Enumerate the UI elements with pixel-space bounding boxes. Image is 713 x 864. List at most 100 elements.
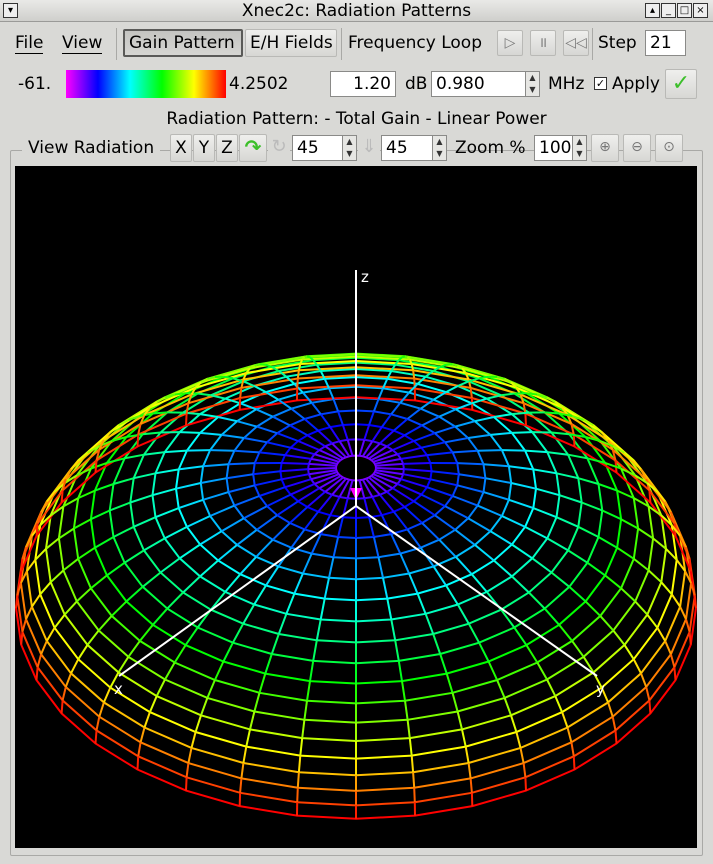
- spin-down-icon[interactable]: ▼: [526, 84, 539, 96]
- pause-icon[interactable]: ॥: [530, 30, 556, 56]
- mesh-meridian: [467, 517, 491, 533]
- mesh-meridian: [519, 747, 525, 764]
- mesh-meridian: [202, 491, 229, 501]
- mesh-meridian: [568, 586, 587, 603]
- checkmark-icon[interactable]: ✓: [665, 69, 697, 99]
- spin-down-icon[interactable]: ▼: [343, 148, 356, 160]
- mesh-meridian: [420, 493, 446, 507]
- view-x-button[interactable]: X: [170, 134, 192, 162]
- mesh-meridian: [155, 679, 166, 697]
- mesh-meridian: [296, 772, 300, 788]
- spin-down-icon[interactable]: ▼: [573, 148, 586, 160]
- radiation-canvas[interactable]: z x y: [14, 166, 697, 848]
- incline-spin-buttons[interactable]: ▲ ▼: [433, 135, 447, 161]
- incline-field[interactable]: 45: [381, 135, 433, 161]
- mesh-meridian: [483, 463, 509, 468]
- mesh-meridian: [148, 695, 158, 713]
- window-title: Xnec2c: Radiation Patterns: [241, 1, 472, 21]
- mesh-meridian: [133, 472, 156, 480]
- mesh-meridian: [424, 613, 435, 635]
- mesh-meridian: [178, 465, 204, 471]
- mesh-meridian: [182, 575, 201, 594]
- rotate-field[interactable]: 45: [292, 135, 343, 161]
- view-menu[interactable]: View: [57, 29, 107, 57]
- mesh-meridian: [232, 623, 245, 644]
- mesh-meridian: [77, 644, 89, 660]
- mesh-meridian: [599, 615, 615, 632]
- mesh-meridian: [371, 496, 383, 516]
- zoom-field[interactable]: 100: [534, 135, 573, 161]
- pattern-title: Radiation Pattern: - Total Gain - Linear…: [166, 109, 547, 129]
- spin-down-icon[interactable]: ▼: [433, 148, 446, 160]
- file-menu[interactable]: File: [10, 29, 48, 57]
- mesh-meridian: [604, 574, 622, 590]
- mesh-meridian: [272, 415, 291, 427]
- mesh-meridian: [452, 363, 458, 367]
- mesh-meridian: [293, 573, 304, 594]
- mesh-meridian: [688, 631, 692, 645]
- eh-fields-button[interactable]: E/H Fields: [245, 29, 337, 57]
- mesh-meridian: [413, 500, 436, 517]
- incline-arrow-icon[interactable]: ⇓: [358, 134, 380, 162]
- frequency-field[interactable]: 0.980: [431, 71, 526, 97]
- mesh-meridian: [413, 432, 436, 442]
- spin-up-icon[interactable]: ▲: [526, 72, 539, 84]
- mesh-meridian: [524, 413, 527, 426]
- spin-up-icon[interactable]: ▲: [433, 136, 446, 148]
- mesh-meridian: [403, 506, 423, 524]
- mesh-meridian: [328, 387, 335, 400]
- mesh-meridian: [239, 778, 243, 793]
- mesh-meridian: [280, 468, 309, 473]
- view-z-button[interactable]: Z: [216, 134, 238, 162]
- gain-pattern-button[interactable]: Gain Pattern: [123, 29, 243, 57]
- mesh-meridian: [284, 454, 312, 460]
- rewind-icon[interactable]: ◁◁: [563, 30, 589, 56]
- spin-up-icon[interactable]: ▲: [343, 136, 356, 148]
- rotate-clockwise-icon[interactable]: ↷: [239, 134, 267, 162]
- mesh-meridian: [329, 426, 341, 442]
- view-y-button[interactable]: Y: [193, 134, 215, 162]
- mesh-meridian: [185, 762, 190, 778]
- mesh-meridian: [490, 431, 512, 436]
- mesh-meridian: [432, 633, 442, 655]
- mesh-meridian: [152, 607, 169, 626]
- mesh-meridian: [406, 719, 411, 739]
- zoom-spin-buttons[interactable]: ▲ ▼: [573, 135, 587, 161]
- rotate-counterclockwise-icon[interactable]: ↻: [268, 134, 290, 162]
- mesh-meridian: [401, 355, 406, 359]
- color-scale-bar: [66, 70, 226, 98]
- mesh-meridian: [513, 626, 528, 646]
- zoom-out-icon[interactable]: ⊖: [623, 134, 651, 162]
- close-icon[interactable]: ×: [693, 3, 708, 18]
- mesh-meridian: [412, 370, 416, 379]
- step-field[interactable]: 21: [645, 30, 686, 56]
- mesh-meridian: [239, 556, 257, 575]
- rotate-spin-buttons[interactable]: ▲ ▼: [343, 135, 357, 161]
- play-icon[interactable]: ▷: [497, 30, 523, 56]
- spin-up-icon[interactable]: ▲: [573, 136, 586, 148]
- mesh-meridian: [245, 729, 251, 747]
- mesh-meridian: [508, 498, 534, 510]
- mesh-meridian: [438, 539, 457, 558]
- mesh-meridian: [454, 420, 476, 428]
- db-field[interactable]: 1.20: [330, 71, 396, 97]
- mesh-meridian: [185, 413, 188, 426]
- zoom-in-icon[interactable]: ⊕: [591, 134, 619, 162]
- apply-checkbox[interactable]: ✓: [594, 77, 607, 90]
- zoom-reset-icon[interactable]: ⊙: [655, 134, 683, 162]
- maximize-icon[interactable]: □: [677, 3, 692, 18]
- view-radiation-label: View Radiation: [22, 138, 161, 158]
- minimize-icon[interactable]: _: [661, 3, 676, 18]
- mesh-meridian: [164, 526, 188, 540]
- mesh-meridian: [647, 569, 662, 583]
- shade-icon[interactable]: ▴: [645, 3, 660, 18]
- mesh-meridian: [312, 640, 318, 662]
- frequency-spin-buttons[interactable]: ▲ ▼: [526, 71, 540, 97]
- mesh-meridian: [637, 527, 654, 540]
- mesh-meridian: [620, 587, 636, 603]
- mesh-meridian: [281, 462, 309, 465]
- mesh-meridian: [20, 631, 24, 645]
- mesh-meridian: [258, 673, 267, 694]
- mesh-meridian: [136, 434, 140, 447]
- mesh-meridian: [656, 627, 667, 642]
